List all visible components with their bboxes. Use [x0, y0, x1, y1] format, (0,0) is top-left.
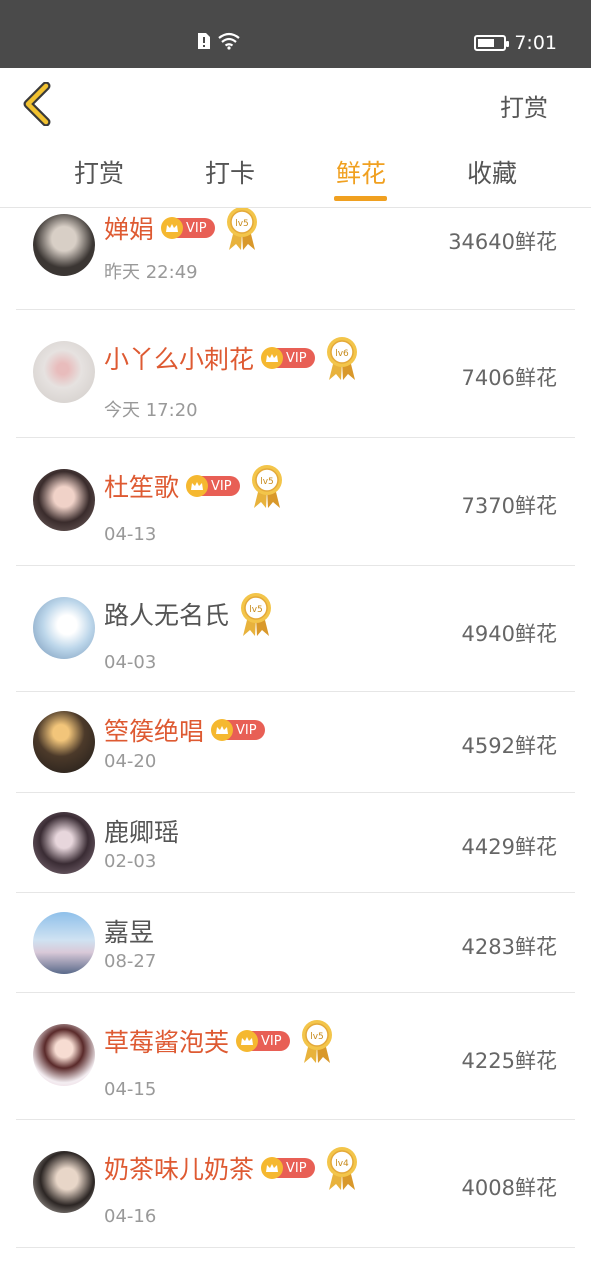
crown-icon: [186, 475, 209, 497]
tab-flowers[interactable]: 鲜花: [306, 154, 416, 190]
flower-ranking-list: 婵娟 VIP lv5 昨天 22:49 34640鲜花 小丫么小刺花 VIP l…: [0, 208, 591, 1280]
avatar: [33, 1024, 95, 1086]
svg-text:lv5: lv5: [260, 477, 274, 487]
flower-count: 7370鲜花: [461, 494, 557, 518]
user-name: 鹿卿瑶: [104, 818, 180, 847]
flower-count: 4225鲜花: [461, 1049, 557, 1073]
vip-badge: VIP: [236, 1030, 290, 1052]
vip-badge: VIP: [186, 475, 240, 497]
status-right: 7:01: [474, 32, 557, 54]
timestamp: 今天 17:20: [104, 400, 198, 421]
status-icons: [197, 32, 241, 50]
flower-count: 4283鲜花: [461, 935, 557, 959]
user-name: 嘉昱: [104, 918, 155, 947]
timestamp: 02-03: [104, 851, 157, 872]
avatar: [33, 912, 95, 974]
tab-reward[interactable]: 打赏: [44, 154, 154, 190]
avatar: [33, 469, 95, 531]
svg-text:lv5: lv5: [235, 219, 249, 229]
timestamp: 04-15: [104, 1079, 157, 1100]
flower-count: 4429鲜花: [461, 835, 557, 859]
crown-icon: [261, 347, 284, 369]
back-button[interactable]: [20, 81, 60, 127]
crown-icon: [161, 217, 184, 239]
timestamp: 昨天 22:49: [104, 262, 198, 283]
level-medal-icon: lv5: [238, 590, 274, 638]
list-item[interactable]: 路人无名氏 lv5 04-03 4940鲜花: [16, 566, 575, 692]
timestamp: 04-13: [104, 524, 157, 545]
avatar: [33, 1151, 95, 1213]
list-item[interactable]: 鹿卿瑶 02-03 4429鲜花: [16, 793, 575, 893]
list-item[interactable]: 婵娟 VIP lv5 昨天 22:49 34640鲜花: [16, 208, 575, 310]
status-bar: 7:01: [0, 0, 591, 68]
avatar: [33, 812, 95, 874]
level-medal-icon: lv5: [299, 1017, 335, 1065]
avatar: [33, 597, 95, 659]
timestamp: 08-27: [104, 951, 157, 972]
flower-count: 4008鲜花: [461, 1176, 557, 1200]
avatar: [33, 711, 95, 773]
timestamp: 04-20: [104, 751, 157, 772]
list-item[interactable]: 小丫么小刺花 VIP lv6 今天 17:20 7406鲜花: [16, 310, 575, 438]
avatar: [33, 341, 95, 403]
svg-text:lv5: lv5: [310, 1032, 324, 1042]
flower-count: 34640鲜花: [448, 230, 557, 254]
crown-icon: [236, 1030, 259, 1052]
list-item[interactable]: 嘉昱 08-27 4283鲜花: [16, 893, 575, 993]
list-item[interactable]: 箜篌绝唱 VIP 04-20 4592鲜花: [16, 692, 575, 793]
timestamp: 04-16: [104, 1206, 157, 1227]
wifi-icon: [218, 32, 240, 50]
level-medal-icon: lv5: [224, 208, 260, 252]
avatar: [33, 214, 95, 276]
svg-text:lv5: lv5: [249, 605, 263, 615]
battery-icon: [474, 35, 510, 51]
sim-alert-icon: [198, 33, 210, 49]
user-name: 草莓酱泡芙: [104, 1028, 230, 1057]
level-medal-icon: lv4: [324, 1144, 360, 1192]
app-header: 打赏: [0, 68, 591, 140]
level-medal-icon: lv5: [249, 462, 285, 510]
user-name: 小丫么小刺花: [104, 345, 255, 374]
user-name: 杜笙歌: [104, 473, 180, 502]
svg-text:lv4: lv4: [335, 1159, 349, 1169]
level-medal-icon: lv6: [324, 334, 360, 382]
timestamp: 04-03: [104, 652, 157, 673]
svg-text:lv6: lv6: [335, 349, 349, 359]
vip-badge: VIP: [261, 347, 315, 369]
tab-checkin[interactable]: 打卡: [175, 154, 285, 190]
flower-count: 4592鲜花: [461, 734, 557, 758]
flower-count: 4940鲜花: [461, 622, 557, 646]
status-time: 7:01: [514, 32, 557, 54]
list-item[interactable]: 杜笙歌 VIP lv5 04-13 7370鲜花: [16, 438, 575, 566]
vip-badge: VIP: [161, 217, 215, 239]
vip-badge: VIP: [211, 719, 265, 741]
list-item[interactable]: 草莓酱泡芙 VIP lv5 04-15 4225鲜花: [16, 993, 575, 1120]
tab-favorites[interactable]: 收藏: [437, 154, 547, 190]
user-name: 奶茶味儿奶茶: [104, 1155, 255, 1184]
reward-action-button[interactable]: 打赏: [500, 88, 548, 123]
flower-count: 7406鲜花: [461, 366, 557, 390]
crown-icon: [261, 1157, 284, 1179]
active-tab-indicator: [334, 196, 387, 201]
crown-icon: [211, 719, 234, 741]
tab-bar: 打赏 打卡 鲜花 收藏: [0, 140, 591, 208]
list-item[interactable]: 奶茶味儿奶茶 VIP lv4 04-16 4008鲜花: [16, 1120, 575, 1248]
user-name: 箜篌绝唱: [104, 717, 205, 746]
user-name: 路人无名氏: [104, 601, 230, 630]
chevron-left-icon: [23, 81, 51, 127]
user-name: 婵娟: [104, 215, 155, 244]
vip-badge: VIP: [261, 1157, 315, 1179]
